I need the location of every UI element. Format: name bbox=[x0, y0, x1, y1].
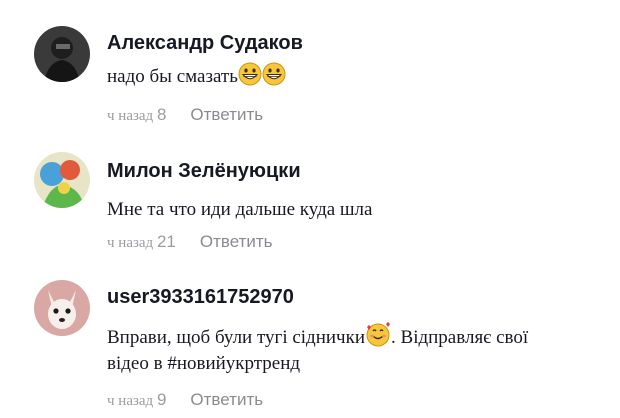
reply-button[interactable]: Ответить bbox=[190, 105, 263, 124]
avatar[interactable] bbox=[34, 152, 90, 208]
comment-text-body: надо бы смазать bbox=[107, 66, 238, 87]
comment-item: user3933161752970 Вправи, щоб були тугі … bbox=[0, 270, 620, 418]
comment-meta: ч назад 21 Ответить bbox=[107, 232, 273, 252]
comment-author[interactable]: Милон Зелёнуюцки bbox=[107, 160, 301, 183]
comment-text: надо бы смазать bbox=[107, 62, 286, 95]
comment-item: Милон Зелёнуюцки Мне та что иди дальше к… bbox=[0, 140, 620, 260]
avatar[interactable] bbox=[34, 280, 90, 336]
comment-author[interactable]: user3933161752970 bbox=[107, 286, 294, 309]
grinning-face-icon bbox=[262, 62, 286, 95]
avatar[interactable] bbox=[34, 26, 90, 82]
reply-button[interactable]: Ответить bbox=[200, 232, 273, 251]
comment-time: ч назад 21 bbox=[107, 232, 176, 251]
grinning-face-icon bbox=[238, 62, 262, 95]
comment-text-part: . Відправляє свої bbox=[391, 327, 529, 348]
comment-time: ч назад 8 bbox=[107, 105, 167, 124]
comment-text: Мне та что иди дальше куда шла bbox=[107, 199, 373, 220]
comment-meta: ч назад 8 Ответить bbox=[107, 105, 263, 125]
comment-time: ч назад 9 bbox=[107, 390, 167, 409]
comment-author[interactable]: Александр Судаков bbox=[107, 32, 303, 55]
comment-text-part: Вправи, щоб були тугі сіднички bbox=[107, 327, 366, 348]
comment-text-line2: відео в #новийукртренд bbox=[107, 353, 301, 374]
smiling-face-with-hearts-icon bbox=[365, 321, 391, 356]
comment-item: Александр Судаков надо бы смазать ч наза… bbox=[0, 0, 620, 140]
comment-meta: ч назад 9 Ответить bbox=[107, 390, 263, 410]
reply-button[interactable]: Ответить bbox=[190, 390, 263, 409]
